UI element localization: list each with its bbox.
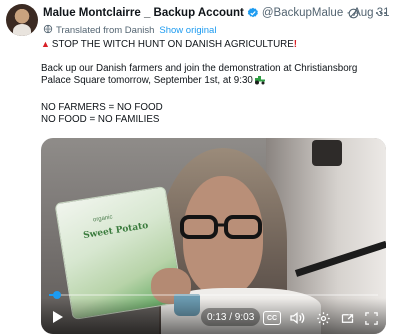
fullscreen-icon	[364, 311, 378, 325]
tweet-paragraph-2-text: Back up our Danish farmers and join the …	[41, 63, 361, 87]
play-button[interactable]	[51, 310, 65, 324]
tweet-line-1: ▲ STOP THE WITCH HUNT ON DANISH AGRICULTU…	[41, 38, 386, 51]
tweet-line-1-text: STOP THE WITCH HUNT ON DANISH AGRICULTUR…	[51, 39, 294, 50]
author-display-name[interactable]: Malue Montclairre _ Backup Account	[43, 7, 244, 19]
tweet-paragraph-2: Back up our Danish farmers and join the …	[41, 63, 386, 89]
translation-notice: Translated from Danish Show original	[43, 24, 216, 37]
video-person-glasses	[180, 215, 262, 239]
tweet-line-4: NO FOOD = NO FAMILIES	[41, 113, 160, 125]
volume-icon	[290, 311, 305, 325]
verified-badge-icon[interactable]	[247, 7, 259, 19]
author-avatar[interactable]	[6, 4, 38, 36]
author-handle[interactable]: @BackupMalue	[262, 7, 343, 19]
show-original-link[interactable]: Show original	[159, 25, 216, 36]
fullscreen-button[interactable]	[363, 310, 379, 326]
header-actions	[347, 5, 388, 21]
video-lamp	[312, 140, 342, 166]
captions-button[interactable]: CC	[263, 311, 281, 325]
translate-icon	[43, 24, 53, 37]
volume-button[interactable]	[289, 310, 305, 326]
play-icon	[53, 311, 63, 323]
translated-label: Translated from Danish	[56, 25, 155, 36]
video-progress-knob[interactable]	[52, 291, 61, 299]
more-icon[interactable]	[374, 6, 388, 20]
grok-icon[interactable]	[347, 7, 360, 20]
tweet-text: ▲ STOP THE WITCH HUNT ON DANISH AGRICULTU…	[41, 38, 386, 126]
tweet-header: Malue Montclairre _ Backup Account @Back…	[43, 5, 390, 21]
picture-in-picture-button[interactable]	[339, 310, 355, 326]
exclamation-emoji: !	[293, 39, 298, 50]
picture-in-picture-icon	[341, 313, 353, 323]
siren-icon: ▲	[41, 39, 50, 49]
video-progress-bar[interactable]	[49, 291, 378, 299]
video-player[interactable]: organic Sweet Potato 0:13 / 9:03 CC	[41, 138, 386, 334]
video-time: 0:13 / 9:03	[201, 308, 261, 326]
tractor-icon	[254, 75, 266, 89]
settings-button[interactable]	[315, 310, 331, 326]
tweet-line-3: NO FARMERS = NO FOOD	[41, 101, 163, 113]
settings-icon	[316, 311, 330, 325]
